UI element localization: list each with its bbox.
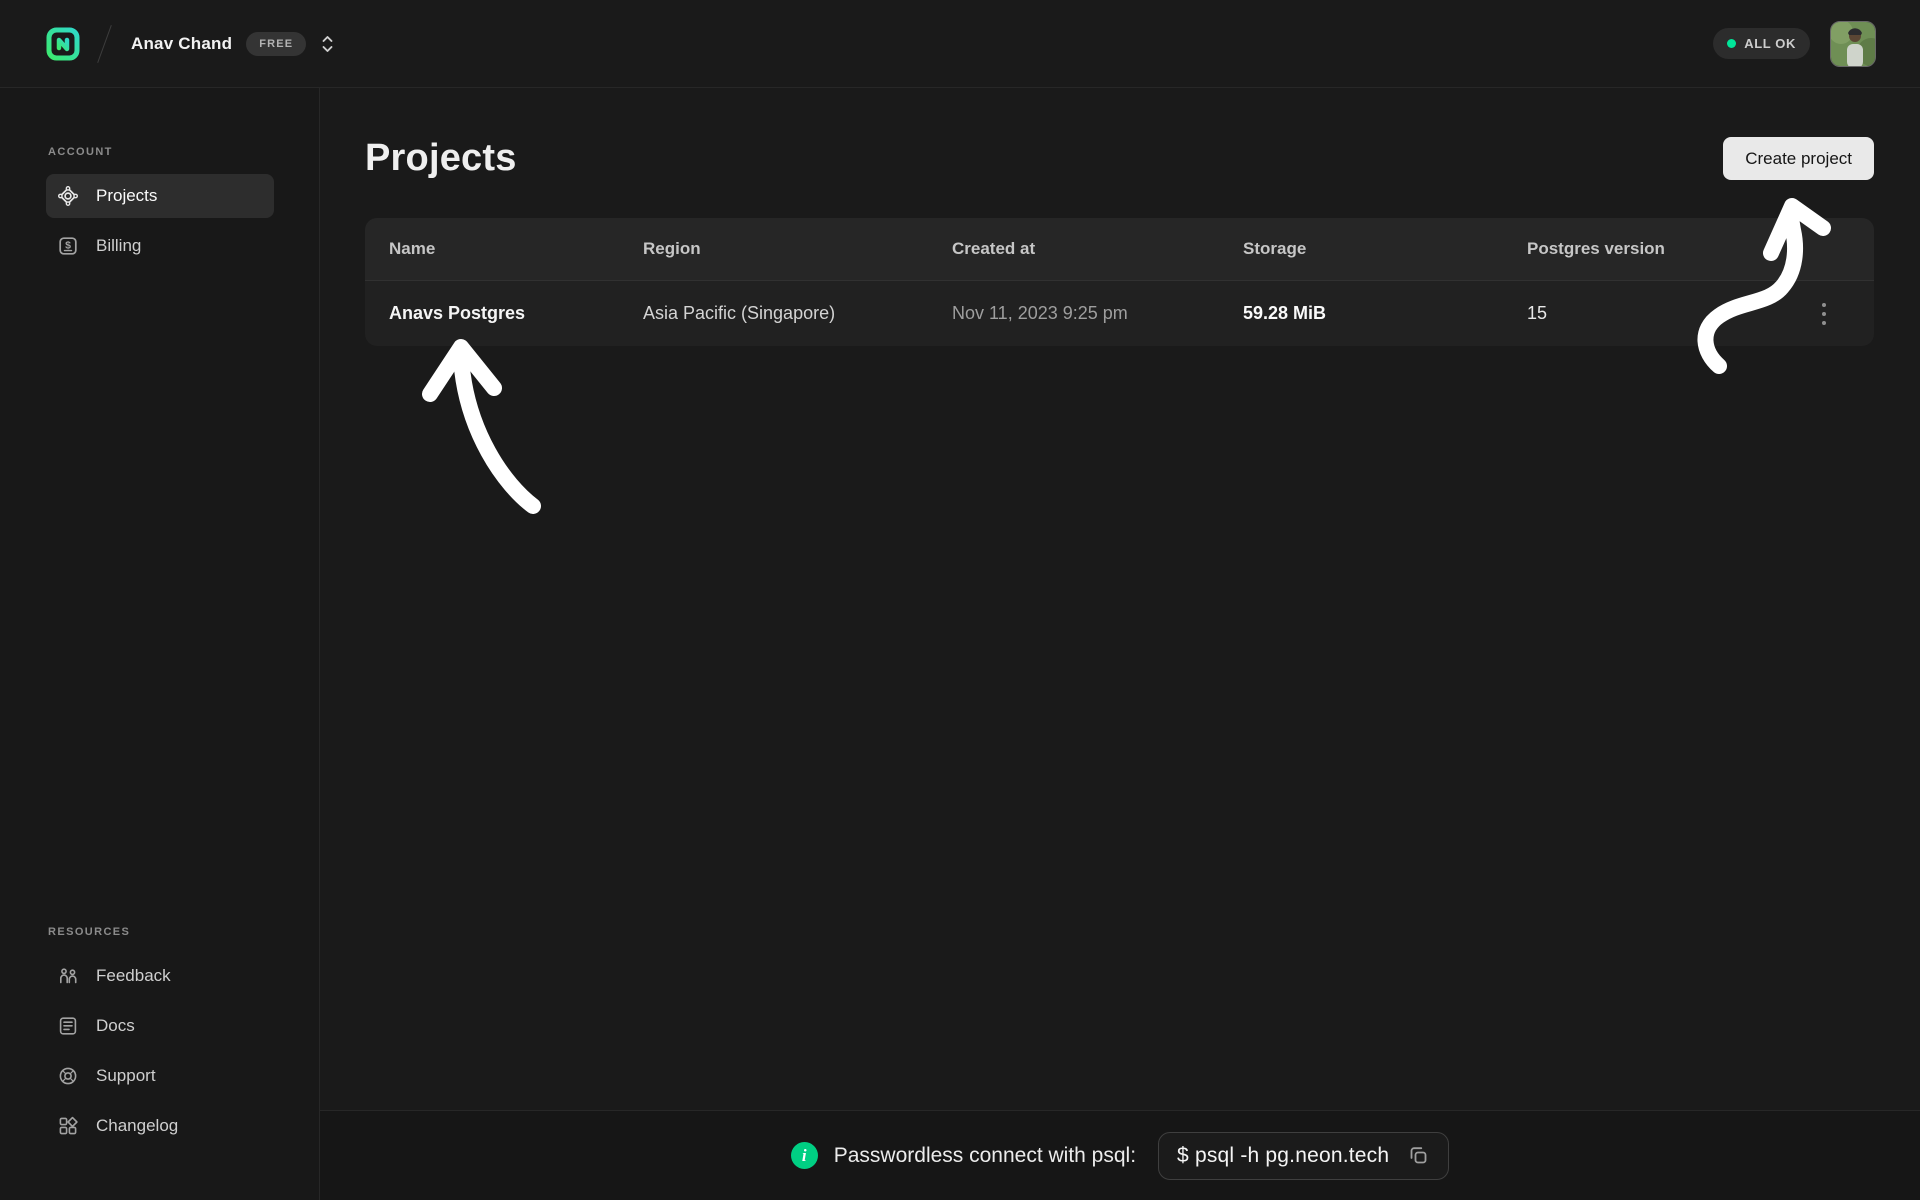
account-switcher[interactable]: Anav Chand FREE [131, 32, 335, 56]
main-content: Projects Create project Name Region Crea… [320, 88, 1920, 1200]
page-title: Projects [365, 137, 517, 180]
create-project-button[interactable]: Create project [1723, 137, 1874, 180]
project-postgres-version: 15 [1527, 303, 1807, 324]
projects-table: Name Region Created at Storage Postgres … [365, 218, 1874, 346]
changelog-icon [57, 1115, 79, 1137]
column-header-postgres-version: Postgres version [1527, 239, 1807, 259]
feedback-icon [57, 965, 79, 987]
psql-footer-bar: i Passwordless connect with psql: $ psql… [320, 1110, 1920, 1200]
user-avatar[interactable] [1830, 21, 1876, 67]
sidebar-resources-section: RESOURCES Feedback [46, 926, 274, 1154]
info-icon: i [791, 1142, 818, 1169]
sidebar-item-docs[interactable]: Docs [46, 1004, 274, 1048]
row-actions-button[interactable] [1816, 297, 1832, 331]
copy-icon[interactable] [1405, 1142, 1432, 1169]
status-green-dot-icon [1727, 39, 1736, 48]
sidebar-section-resources: RESOURCES [48, 926, 274, 938]
sidebar-item-label: Feedback [96, 966, 171, 986]
account-name: Anav Chand [131, 34, 232, 54]
sidebar-item-label: Billing [96, 236, 141, 256]
plan-badge: FREE [246, 32, 306, 56]
kebab-dot [1822, 303, 1826, 307]
chevron-up-down-icon [320, 33, 335, 55]
table-row[interactable]: Anavs Postgres Asia Pacific (Singapore) … [365, 280, 1874, 346]
kebab-dot [1822, 321, 1826, 325]
sidebar: ACCOUNT Projects $ [0, 88, 320, 1200]
billing-icon: $ [57, 235, 79, 257]
sidebar-item-label: Projects [96, 186, 157, 206]
column-header-region: Region [643, 239, 952, 259]
sidebar-item-billing[interactable]: $ Billing [46, 224, 274, 268]
psql-command: $ psql -h pg.neon.tech [1177, 1144, 1389, 1168]
kebab-dot [1822, 312, 1826, 316]
projects-icon [57, 185, 79, 207]
sidebar-item-label: Docs [96, 1016, 135, 1036]
sidebar-item-projects[interactable]: Projects [46, 174, 274, 218]
project-region: Asia Pacific (Singapore) [643, 303, 952, 324]
column-header-storage: Storage [1243, 239, 1527, 259]
sidebar-section-account: ACCOUNT [48, 146, 274, 158]
psql-command-box[interactable]: $ psql -h pg.neon.tech [1158, 1132, 1449, 1180]
neon-logo-icon [46, 27, 80, 61]
column-header-name: Name [389, 239, 643, 259]
status-label: ALL OK [1744, 36, 1796, 51]
svg-text:$: $ [65, 240, 71, 252]
support-icon [57, 1065, 79, 1087]
sidebar-item-support[interactable]: Support [46, 1054, 274, 1098]
column-header-created-at: Created at [952, 239, 1243, 259]
avatar-photo [1831, 22, 1876, 67]
project-name[interactable]: Anavs Postgres [389, 303, 643, 324]
project-created-at: Nov 11, 2023 9:25 pm [952, 303, 1243, 324]
breadcrumb-separator [97, 25, 112, 63]
table-header-row: Name Region Created at Storage Postgres … [365, 218, 1874, 280]
sidebar-item-label: Support [96, 1066, 156, 1086]
system-status-pill[interactable]: ALL OK [1713, 28, 1810, 59]
psql-hint-label: Passwordless connect with psql: [834, 1144, 1136, 1168]
sidebar-item-label: Changelog [96, 1116, 178, 1136]
neon-logo[interactable] [46, 27, 80, 61]
topbar: Anav Chand FREE ALL OK [0, 0, 1920, 88]
sidebar-item-feedback[interactable]: Feedback [46, 954, 274, 998]
docs-icon [57, 1015, 79, 1037]
project-storage: 59.28 MiB [1243, 303, 1527, 324]
sidebar-item-changelog[interactable]: Changelog [46, 1104, 274, 1148]
